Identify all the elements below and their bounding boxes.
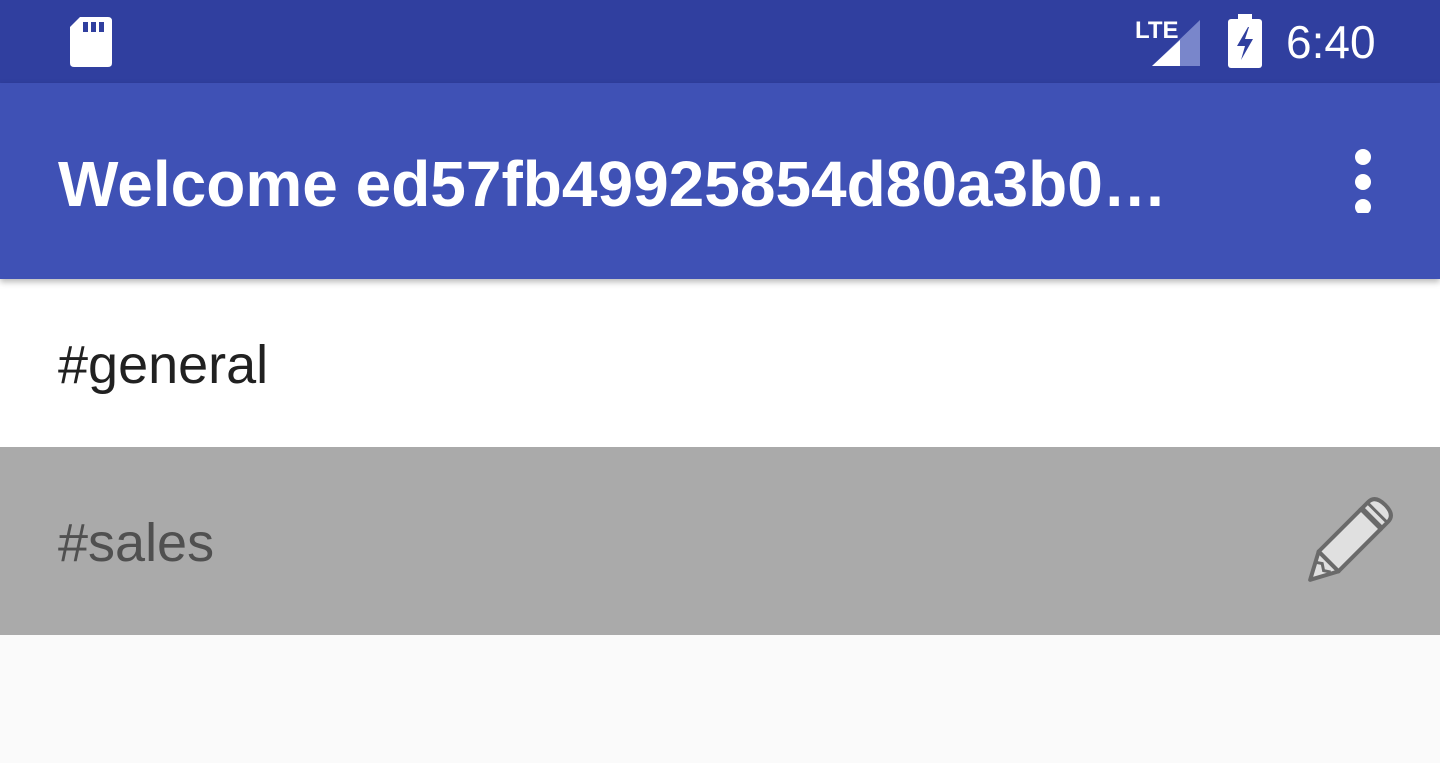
channel-list: #general #sales xyxy=(0,279,1440,635)
channel-label: #general xyxy=(58,335,269,395)
more-vert-icon xyxy=(1355,149,1371,215)
status-time: 6:40 xyxy=(1286,16,1376,68)
pencil-icon xyxy=(1308,497,1393,582)
sd-card-icon xyxy=(70,17,112,67)
app-bar: Welcome ed57fb49925854d80a3b0… xyxy=(0,83,1440,279)
edit-channel-button[interactable] xyxy=(1302,488,1408,588)
channel-label: #sales xyxy=(58,513,215,573)
channel-item-sales[interactable]: #sales xyxy=(0,447,1440,635)
network-type-label: LTE xyxy=(1135,17,1179,44)
lte-signal-icon: LTE xyxy=(1134,14,1202,68)
overflow-menu-button[interactable] xyxy=(1330,147,1396,215)
battery-charging-icon xyxy=(1228,14,1262,68)
channel-item-general[interactable]: #general xyxy=(0,279,1440,447)
status-bar: LTE 6:40 xyxy=(0,0,1440,83)
app-title: Welcome ed57fb49925854d80a3b0… xyxy=(58,149,1167,219)
